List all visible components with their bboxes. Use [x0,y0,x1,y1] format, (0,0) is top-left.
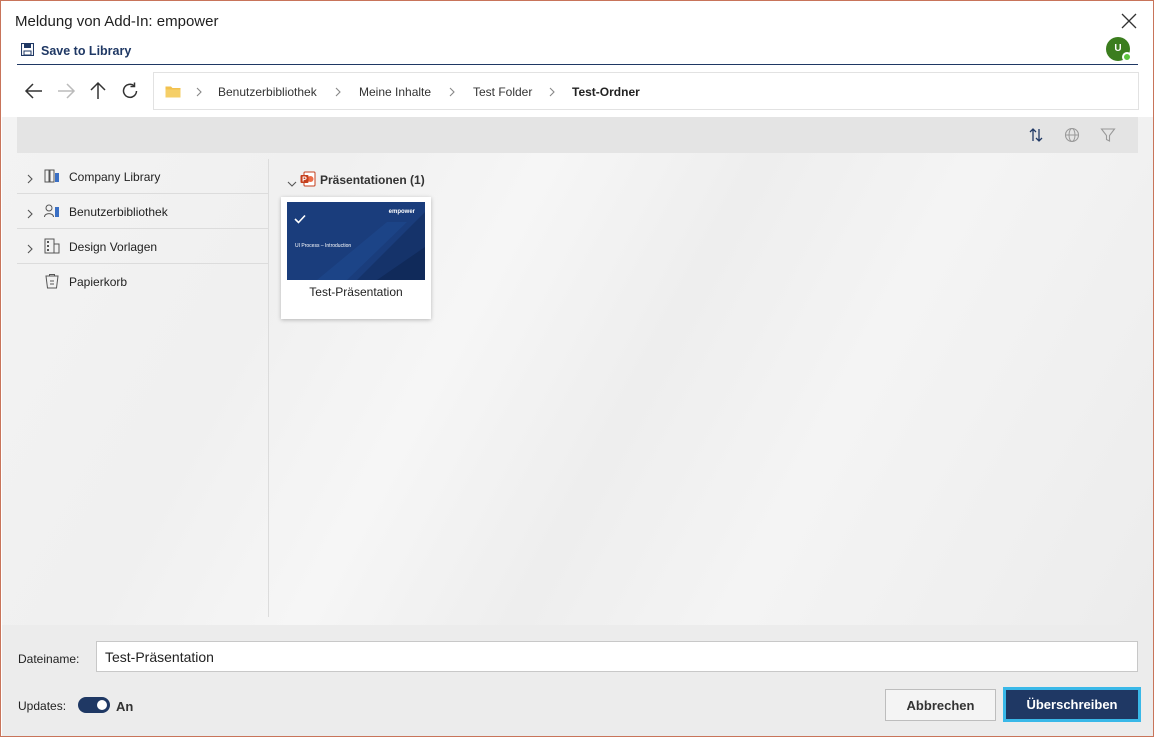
thumbnail-brand: empower [388,209,415,215]
tree-item-papierkorb[interactable]: Papierkorb [17,264,269,299]
file-card-test-praesentation[interactable]: empower UI Process – Introduction Test-P… [281,197,431,319]
dialog-window: Meldung von Add-In: empower Save to Libr… [0,0,1154,737]
cancel-button[interactable]: Abbrechen [885,689,996,721]
updates-state-text: An [116,699,134,714]
filter-icon[interactable] [1099,126,1117,144]
folder-icon[interactable] [165,85,181,98]
arrow-right-icon[interactable] [55,80,77,102]
chevron-right-icon [333,85,343,97]
group-label: Präsentationen (1) [320,173,425,187]
breadcrumb: Benutzerbibliothek Meine Inhalte Test Fo… [153,72,1139,110]
close-icon[interactable] [1119,11,1139,31]
library-tree: Company Library Benutzerbibliothek Desig [17,159,269,617]
save-icon[interactable] [20,42,35,57]
presentation-thumbnail: empower UI Process – Introduction [287,202,425,280]
navigation-bar: Benutzerbibliothek Meine Inhalte Test Fo… [17,72,1139,110]
tree-item-label: Design Vorlagen [69,240,158,254]
chevron-down-icon[interactable] [287,175,297,187]
ribbon-bar: Save to Library U [17,37,1138,65]
powerpoint-icon: P [300,171,316,187]
tree-item-label: Papierkorb [69,275,128,289]
arrow-left-icon[interactable] [23,80,45,102]
company-library-icon [44,168,60,184]
overwrite-button[interactable]: Überschreiben [1003,687,1141,722]
tree-item-company-library[interactable]: Company Library [17,159,269,194]
arrow-up-icon[interactable] [87,80,109,102]
chevron-right-icon [194,85,204,97]
tree-item-design-vorlagen[interactable]: Design Vorlagen [17,229,269,264]
window-title: Meldung von Add-In: empower [15,13,219,30]
view-toolbar [17,117,1138,153]
breadcrumb-item-benutzerbibliothek[interactable]: Benutzerbibliothek [218,85,317,99]
design-templates-icon [44,238,60,254]
globe-icon[interactable] [1063,126,1081,144]
file-card-label: Test-Präsentation [309,285,403,299]
chevron-right-icon[interactable] [26,171,34,184]
dialog-footer: Dateiname: Updates: An Abbrechen Übersch… [2,625,1153,736]
tree-item-benutzerbibliothek[interactable]: Benutzerbibliothek [17,194,269,229]
save-to-library-button[interactable]: Save to Library [41,44,131,58]
sort-icon[interactable] [1027,126,1045,144]
chevron-right-icon[interactable] [26,241,34,254]
checkmark-icon [294,211,306,229]
user-library-icon [44,203,60,219]
breadcrumb-item-test-folder[interactable]: Test Folder [473,85,532,99]
svg-text:P: P [302,177,307,184]
avatar-initial: U [1114,43,1122,54]
breadcrumb-item-test-ordner[interactable]: Test-Ordner [572,85,640,99]
breadcrumb-item-meine-inhalte[interactable]: Meine Inhalte [359,85,431,99]
updates-label: Updates: [18,699,67,713]
tree-item-label: Benutzerbibliothek [69,205,168,219]
tree-item-label: Company Library [69,170,161,184]
filename-input[interactable] [96,641,1138,672]
chevron-right-icon [447,85,457,97]
chevron-right-icon[interactable] [26,206,34,219]
filename-label: Dateiname: [18,652,80,666]
trash-icon [44,273,60,289]
chevron-right-icon [547,85,557,97]
refresh-icon[interactable] [119,80,141,102]
updates-toggle[interactable] [78,697,110,713]
presence-status-icon [1122,52,1132,62]
title-bar: Meldung von Add-In: empower [1,1,1153,35]
toggle-knob [97,700,107,710]
content-area: Company Library Benutzerbibliothek Desig [2,117,1153,625]
avatar[interactable]: U [1106,37,1132,62]
thumbnail-title: UI Process – Introduction [295,243,352,249]
